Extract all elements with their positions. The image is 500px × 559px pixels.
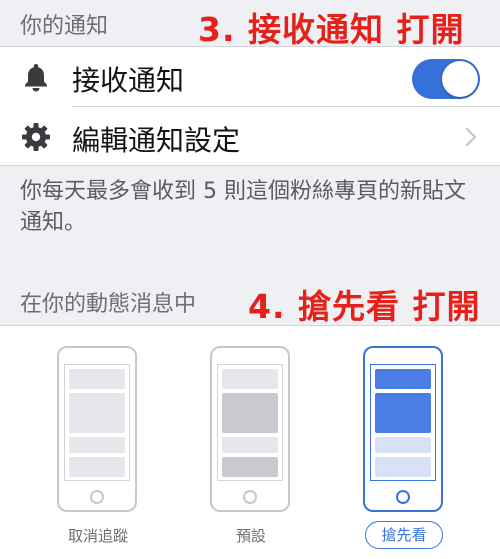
home-button: [90, 490, 104, 504]
home-button: [396, 490, 410, 504]
feed-block-priority: [375, 393, 431, 433]
receive-notifications-toggle[interactable]: [412, 59, 480, 99]
feed-section-header: 在你的動態消息中 4. 搶先看 打開: [0, 278, 500, 326]
phone-screen: [370, 364, 436, 481]
chevron-right-icon: [465, 127, 477, 147]
feed-block-highlighted: [222, 457, 278, 477]
phone-screen: [217, 364, 283, 481]
notifications-section-header: 你的通知 3. 接收通知 打開: [0, 0, 500, 49]
feed-block: [222, 369, 278, 389]
feed-block: [69, 393, 125, 433]
feed-option-see-first[interactable]: 搶先看: [339, 326, 469, 559]
feed-option-label: 取消追蹤: [67, 527, 128, 545]
feed-block: [222, 437, 278, 453]
gear-icon: [22, 123, 50, 151]
home-button: [243, 490, 257, 504]
receive-notifications-row[interactable]: 接收通知: [0, 47, 500, 107]
edit-notification-settings-row[interactable]: 編輯通知設定: [0, 107, 500, 167]
notifications-list: 接收通知 編輯通知設定: [0, 46, 500, 166]
feed-option-label-selected: 搶先看: [365, 521, 443, 549]
feed-block: [69, 437, 125, 453]
phone-illustration: [57, 346, 137, 512]
feed-block: [375, 457, 431, 477]
annotation-step-3: 3. 接收通知 打開: [198, 10, 465, 49]
feed-section-title: 在你的動態消息中: [20, 292, 197, 317]
phone-illustration: [210, 346, 290, 512]
feed-option-default[interactable]: 預設: [186, 326, 316, 559]
notifications-section-title: 你的通知: [20, 14, 109, 39]
receive-notifications-label: 接收通知: [72, 64, 185, 97]
feed-block-highlighted: [222, 393, 278, 433]
feed-block: [375, 437, 431, 453]
notification-limit-description: 你每天最多會收到 5 則這個粉絲專頁的新貼文通知。: [20, 179, 466, 235]
edit-notification-settings-label: 編輯通知設定: [72, 124, 241, 157]
phone-screen: [64, 364, 130, 481]
feed-block: [69, 457, 125, 477]
annotation-step-4: 4. 搶先看 打開: [248, 287, 481, 326]
feed-option-label: 預設: [235, 527, 266, 545]
feed-option-unfollow[interactable]: 取消追蹤: [33, 326, 163, 559]
toggle-knob: [442, 61, 478, 97]
feed-block: [69, 369, 125, 389]
feed-options-panel: 取消追蹤 預設 搶先看: [0, 325, 500, 559]
phone-illustration-selected: [363, 346, 443, 512]
bell-icon: [25, 64, 47, 92]
feed-block-priority: [375, 369, 431, 389]
